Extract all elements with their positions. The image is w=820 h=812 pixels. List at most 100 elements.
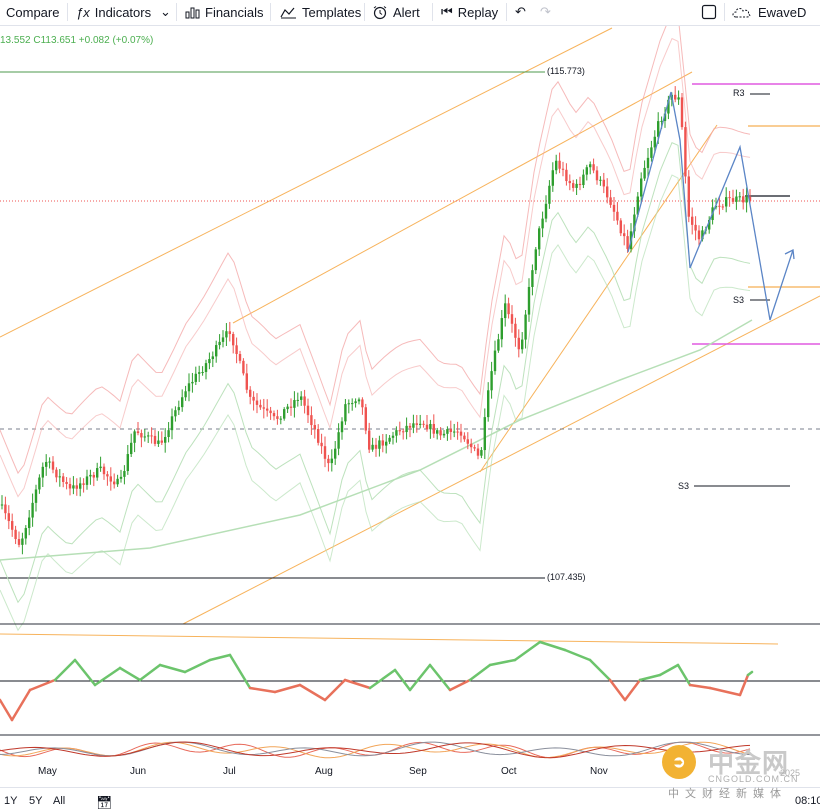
candle-body (140, 433, 143, 438)
candle-body (616, 211, 619, 221)
candle-body (130, 442, 133, 455)
candle-body (181, 397, 184, 408)
alert-button[interactable]: Alert (372, 0, 420, 24)
rsi-segment (228, 653, 252, 690)
replay-button[interactable]: ⏮ Replay (441, 0, 498, 24)
candle-body (99, 466, 102, 469)
function-icon: ƒx (76, 4, 90, 20)
candle-body (408, 425, 412, 428)
candle-body (198, 372, 201, 374)
candle-body (7, 513, 10, 522)
rsi-segment (638, 673, 662, 682)
candle-body (79, 483, 82, 489)
candle-body (568, 181, 571, 184)
undo-button[interactable]: ↶ (515, 0, 526, 24)
rsi-segment (563, 648, 592, 662)
candle-body (249, 389, 252, 397)
rsi-segment (513, 640, 542, 662)
redo-button[interactable]: ↷ (540, 0, 551, 24)
candle-body (177, 407, 180, 411)
candle-body (677, 97, 680, 100)
arrow-up-icon (784, 249, 795, 260)
toolbar-divider (506, 3, 507, 21)
candle-body (493, 350, 497, 372)
candle-body (691, 216, 694, 225)
toolbar-divider (364, 3, 365, 21)
candle-body (391, 435, 395, 438)
rsi-segment (676, 663, 692, 687)
fullscreen-button[interactable] (701, 0, 717, 24)
rsi-segment (738, 673, 750, 697)
top-toolbar: Compare ƒx Indicators ⌄ Financials Templ… (0, 0, 820, 26)
candle-body (228, 331, 231, 335)
candle-body (402, 431, 405, 433)
candle-body (374, 444, 378, 449)
range-all-button[interactable]: All (53, 795, 65, 807)
clock-label: 08:10 (795, 795, 820, 807)
candle-body (626, 236, 629, 249)
candle-body (106, 474, 109, 477)
lower-price-label: (107.435) (546, 572, 587, 582)
candle-body (650, 147, 653, 158)
candle-body (306, 405, 310, 416)
candle-body (51, 461, 55, 470)
candle-body (170, 416, 174, 431)
candle-body (323, 446, 327, 459)
candle-body (242, 360, 245, 374)
layout-name: EwaveD (758, 4, 807, 20)
candle-body (548, 185, 551, 204)
templates-button[interactable]: Templates (280, 0, 361, 24)
candle-body (687, 176, 690, 217)
rsi-segment (708, 686, 742, 697)
financials-button[interactable]: Financials (185, 0, 264, 24)
date-range-button[interactable]: 📅︎ (96, 795, 113, 811)
candle-body (490, 371, 493, 391)
undo-icon: ↶ (515, 4, 526, 19)
candle-body (680, 97, 684, 128)
time-axis-label: Nov (590, 766, 608, 777)
candle-body (41, 466, 44, 478)
rsi-segment (93, 666, 122, 687)
candle-body (521, 339, 524, 350)
time-axis-label: May (38, 766, 57, 777)
rsi-segment (298, 683, 327, 702)
candle-body (487, 390, 490, 418)
candle-body (738, 196, 741, 198)
replay-label: Replay (457, 4, 499, 20)
candle-body (728, 197, 731, 199)
candle-body (534, 249, 537, 271)
price-chart[interactable] (0, 26, 820, 787)
candle-body (449, 429, 452, 433)
oscillator-lines[interactable] (0, 741, 751, 759)
layout-save-button[interactable]: EwaveD (731, 0, 806, 24)
candle-body (551, 170, 554, 186)
time-axis-label: Sep (409, 766, 427, 777)
candle-body (405, 425, 408, 433)
candle-body (585, 167, 588, 175)
range-5y-button[interactable]: 5Y (29, 795, 42, 807)
candle-body (344, 404, 347, 422)
candle-body (623, 233, 626, 237)
candle-body (279, 418, 282, 420)
candle-body (395, 430, 398, 436)
candle-body (674, 94, 677, 100)
candle-body (296, 399, 299, 401)
candle-body (133, 431, 136, 443)
candle-body (262, 407, 265, 409)
upper-channel-line-a[interactable] (0, 27, 613, 338)
rsi-trend-line[interactable] (0, 633, 779, 645)
candlestick-series[interactable] (0, 86, 752, 555)
range-1y-button[interactable]: 1Y (4, 795, 17, 807)
candle-body (425, 424, 429, 430)
indicators-button[interactable]: ƒx Indicators (76, 0, 151, 24)
candle-body (527, 286, 531, 315)
candle-body (191, 381, 194, 384)
alert-label: Alert (393, 4, 420, 20)
indicators-dropdown[interactable]: ⌄ (160, 0, 171, 24)
candle-body (334, 448, 337, 459)
candle-body (48, 461, 51, 463)
compare-button[interactable]: Compare (6, 0, 59, 24)
candle-body (340, 421, 344, 433)
candle-body (72, 485, 75, 489)
upper-channel-line-b[interactable] (232, 71, 693, 324)
